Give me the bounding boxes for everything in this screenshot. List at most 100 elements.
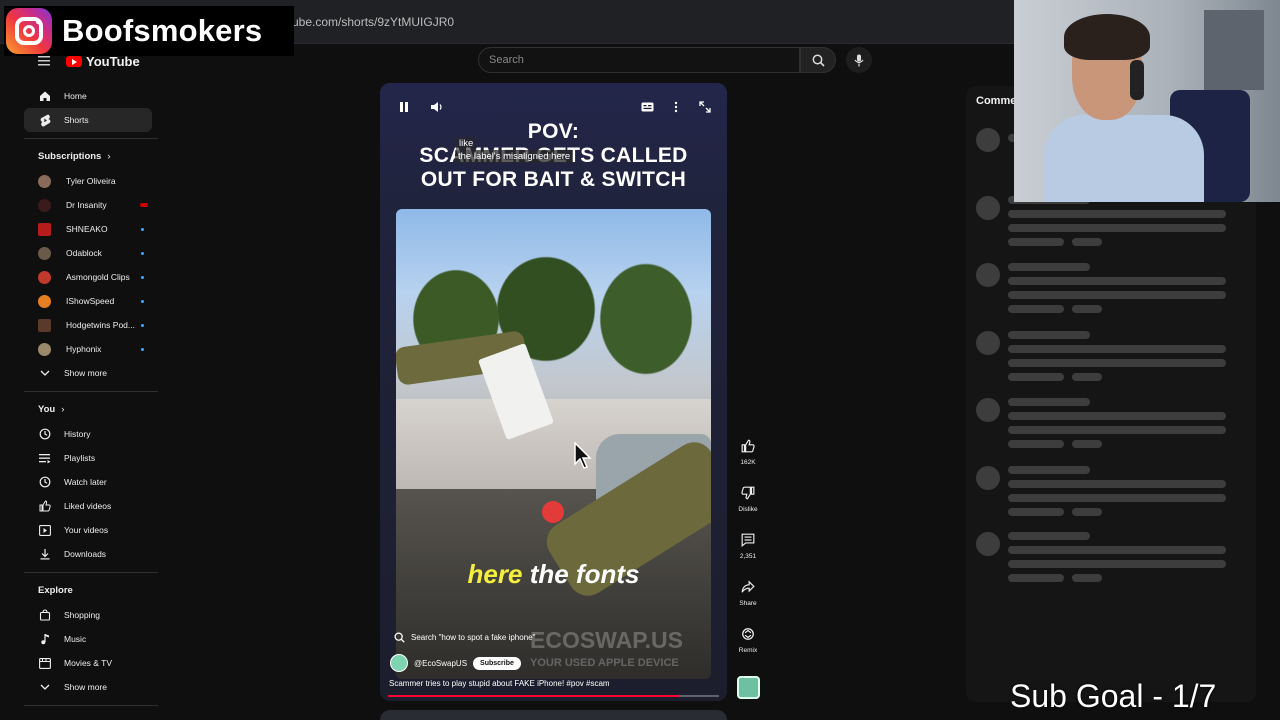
next-short-preview[interactable] [380, 710, 727, 720]
search-input[interactable]: Search [478, 47, 800, 73]
share-icon [740, 579, 756, 595]
remix-button[interactable]: Remix [734, 624, 762, 671]
show-more-explore[interactable]: Show more [24, 675, 160, 699]
progress-fill [388, 695, 680, 697]
video-description[interactable]: Scammer tries to play stupid about FAKE … [389, 679, 610, 688]
channel-name: Dr Insanity [66, 200, 107, 210]
menu-icon[interactable] [38, 56, 50, 69]
comment-line-placeholder [1008, 345, 1226, 353]
channel-name: Hodgetwins Pod... [66, 320, 135, 330]
live-indicator-icon [140, 203, 148, 207]
comments-button[interactable]: 2,351 [734, 530, 762, 577]
sidebar-item-label: Home [64, 91, 87, 101]
tooltip-top: like [456, 137, 477, 150]
progress-bar[interactable] [388, 695, 719, 697]
webcam-overlay [1014, 0, 1280, 202]
search-suggestion-text: Search "how to spot a fake iphone" [411, 633, 536, 642]
sidebar: Home Shorts Subscriptions › Tyler Olivei… [24, 84, 160, 710]
comments-count: 2,351 [739, 553, 757, 560]
channel-name: IShowSpeed [66, 296, 115, 306]
comment-line-placeholder [1008, 238, 1064, 246]
pause-icon [400, 102, 408, 112]
volume-button[interactable] [430, 100, 444, 114]
you-heading[interactable]: You › [24, 396, 160, 422]
sidebar-sub-odablock[interactable]: Odablock [24, 241, 160, 265]
chevron-down-icon [38, 680, 52, 694]
you-title: You [38, 403, 56, 415]
more-options-button[interactable] [669, 100, 683, 114]
sidebar-sub-hyphonix[interactable]: Hyphonix [24, 337, 160, 361]
sidebar-item-movies-tv[interactable]: Movies & TV [24, 651, 160, 675]
channel-avatar[interactable] [390, 654, 408, 672]
mouse-cursor-icon [574, 442, 592, 469]
show-more-subscriptions[interactable]: Show more [24, 361, 160, 385]
sidebar-item-playlists[interactable]: Playlists [24, 446, 160, 470]
sidebar-item-label: Shopping [64, 610, 100, 620]
subscriptions-title: Subscriptions [38, 150, 102, 162]
youtube-logo[interactable]: YouTube [66, 54, 140, 69]
share-label: Share [739, 600, 757, 607]
captions-button[interactable] [640, 100, 654, 114]
search-placeholder: Search [489, 54, 524, 66]
comment-line-placeholder [1072, 440, 1102, 448]
comment-line-placeholder [1008, 359, 1226, 367]
like-button[interactable]: 162K [734, 436, 762, 483]
dislike-icon [740, 485, 756, 501]
fullscreen-button[interactable] [698, 100, 712, 114]
comment-avatar-placeholder [976, 398, 1000, 422]
sidebar-item-shopping[interactable]: Shopping [24, 603, 160, 627]
your-videos-icon [38, 523, 52, 537]
shorts-player[interactable]: POV: SCAMMER GETS CALLED OUT FOR BAIT & … [380, 83, 727, 701]
sidebar-item-shorts[interactable]: Shorts [24, 108, 152, 132]
movies-icon [38, 656, 52, 670]
divider [24, 705, 158, 706]
sidebar-sub-dr-insanity[interactable]: Dr Insanity [24, 193, 160, 217]
sidebar-item-label: Liked videos [64, 501, 112, 511]
sidebar-sub-tyler-oliveira[interactable]: Tyler Oliveira [24, 169, 160, 193]
subscribe-button[interactable]: Subscribe [473, 656, 521, 670]
new-content-dot [141, 300, 144, 303]
sidebar-sub-ishowspeed[interactable]: IShowSpeed [24, 289, 160, 313]
video-watermark-sub: YOUR USED APPLE DEVICE [530, 657, 679, 669]
show-more-label: Show more [64, 682, 107, 692]
comment-line-placeholder [1072, 305, 1102, 313]
sidebar-item-home[interactable]: Home [24, 84, 160, 108]
voice-search-button[interactable] [846, 47, 872, 73]
sidebar-item-liked-videos[interactable]: Liked videos [24, 494, 160, 518]
sidebar-item-your-videos[interactable]: Your videos [24, 518, 160, 542]
instagram-watermark: Boofsmokers [4, 6, 294, 56]
url-text[interactable]: ube.com/shorts/9zYtMUIGJR0 [292, 15, 454, 29]
comment-line-placeholder [1008, 373, 1064, 381]
sidebar-sub-asmongold-clips[interactable]: Asmongold Clips [24, 265, 160, 289]
comment-line-placeholder [1008, 224, 1226, 232]
comment-line-placeholder [1008, 277, 1226, 285]
shorts-icon [38, 113, 52, 127]
sidebar-item-music[interactable]: Music [24, 627, 160, 651]
comment-line-placeholder [1072, 574, 1102, 582]
divider [24, 572, 158, 573]
youtube-logo-text: YouTube [86, 54, 140, 69]
comments-title: Comme [976, 95, 1017, 107]
explore-heading: Explore [24, 577, 160, 603]
comment-line-placeholder [1008, 546, 1226, 554]
dislike-button[interactable]: Dislike [734, 483, 762, 530]
sidebar-item-downloads[interactable]: Downloads [24, 542, 160, 566]
share-button[interactable]: Share [734, 577, 762, 624]
audio-thumbnail[interactable] [737, 676, 760, 699]
music-icon [38, 632, 52, 646]
video-caption: here the fonts [380, 559, 727, 590]
sidebar-item-watch-later[interactable]: Watch later [24, 470, 160, 494]
sidebar-sub-hodgetwins[interactable]: Hodgetwins Pod... [24, 313, 160, 337]
sidebar-item-history[interactable]: History [24, 422, 160, 446]
search-button[interactable] [800, 47, 836, 73]
search-suggestion[interactable]: Search "how to spot a fake iphone" [394, 632, 535, 643]
video-title-line1: POV: [527, 120, 580, 143]
subscriptions-heading[interactable]: Subscriptions › [24, 143, 160, 169]
comment-icon [740, 532, 756, 548]
remix-icon [740, 626, 756, 642]
sidebar-sub-shneako[interactable]: SHNEAKO [24, 217, 160, 241]
comment-line-placeholder [1008, 426, 1226, 434]
captions-icon [641, 102, 653, 112]
channel-handle[interactable]: @EcoSwapUS [414, 659, 467, 668]
pause-button[interactable] [397, 100, 411, 114]
